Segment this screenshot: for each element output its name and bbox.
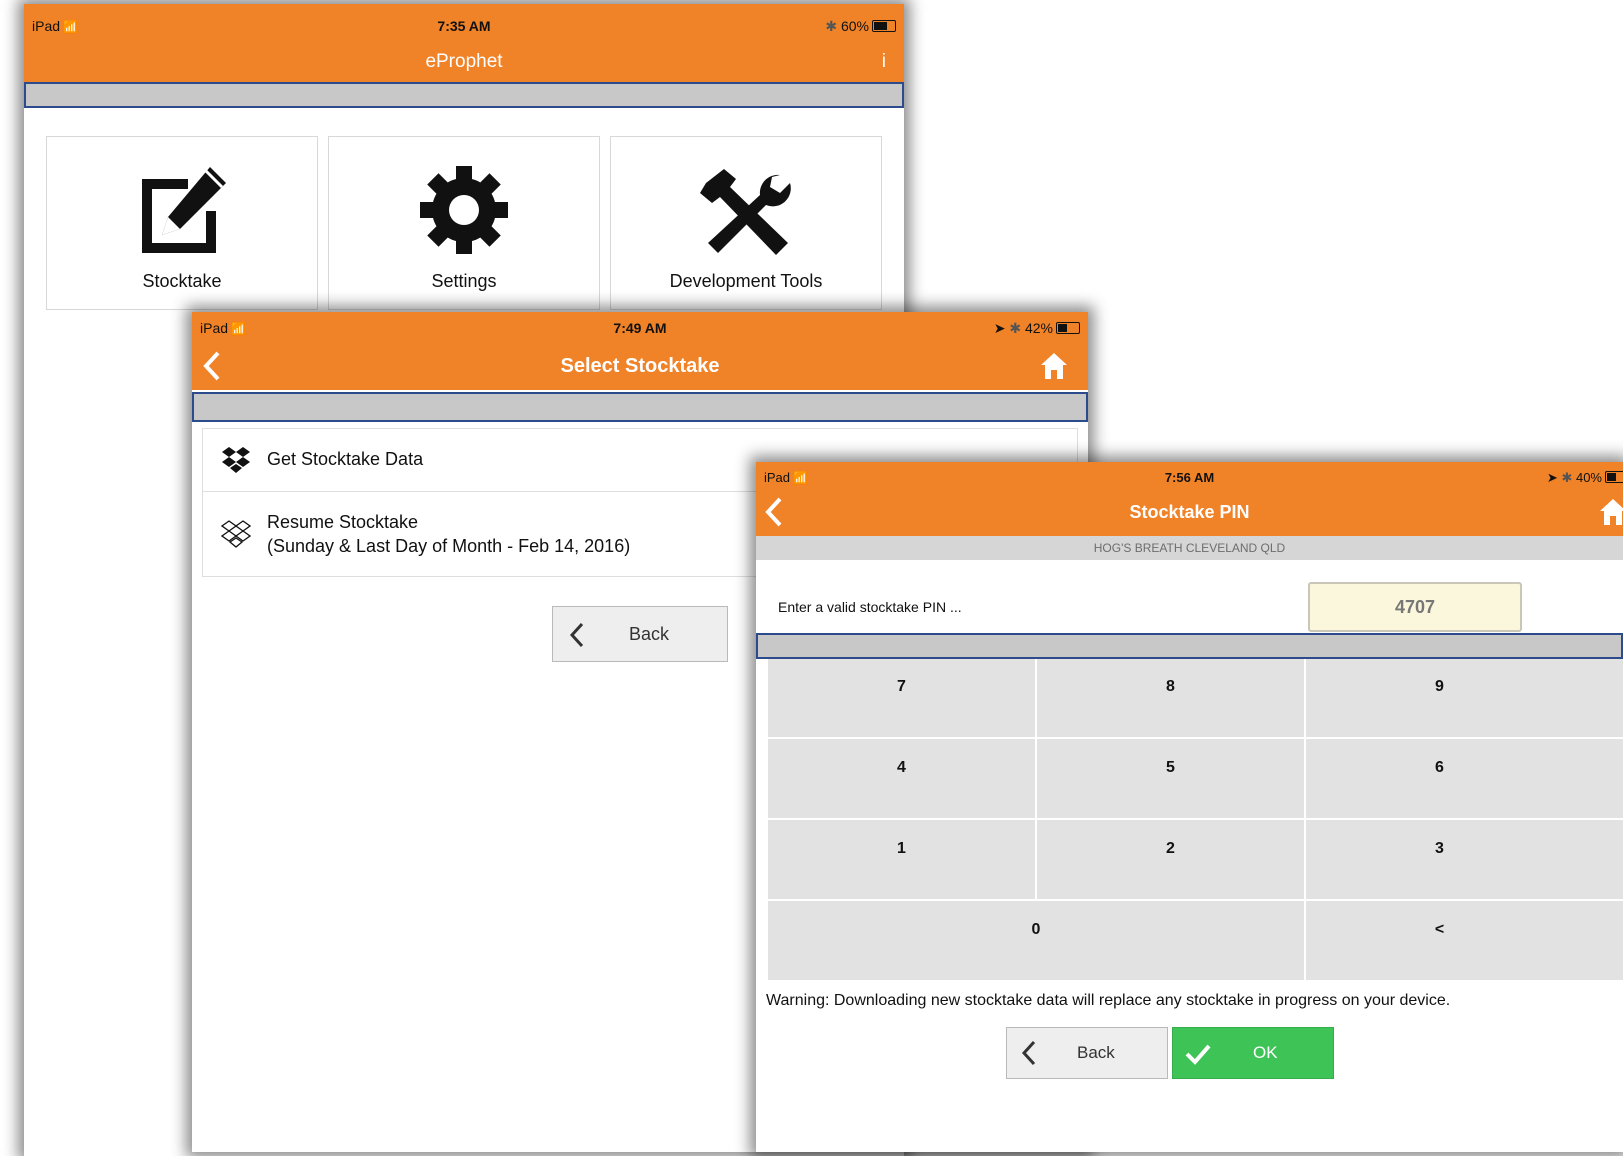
nav-bar: eProphet i: [24, 42, 904, 82]
status-bar: iPad 📶 7:56 AM ➤ ✱ 40%: [756, 462, 1623, 492]
chevron-left-icon: [569, 622, 584, 648]
key-1[interactable]: 1: [768, 820, 1035, 899]
back-button-label: Back: [629, 624, 670, 644]
back-chevron-icon[interactable]: [764, 496, 784, 528]
status-bar: iPad 📶 7:49 AM ➤ ✱ 42%: [192, 312, 1088, 342]
battery-indicator: ➤ ✱ 42%: [994, 312, 1080, 344]
key-3[interactable]: 3: [1306, 820, 1623, 899]
list-item-sublabel: (Sunday & Last Day of Month - Feb 14, 20…: [267, 536, 631, 556]
key-backspace[interactable]: <: [1306, 901, 1623, 980]
ok-button[interactable]: OK: [1172, 1027, 1334, 1079]
store-name: HOG'S BREATH CLEVELAND QLD: [756, 536, 1623, 560]
dropbox-outline-icon: [221, 520, 251, 548]
nav-bar: Select Stocktake: [192, 342, 1088, 390]
dropbox-icon: [222, 447, 250, 473]
divider-strip: [24, 82, 904, 108]
bluetooth-icon: ✱: [1009, 320, 1022, 336]
bluetooth-icon: ✱: [1561, 470, 1573, 485]
key-0[interactable]: 0: [768, 901, 1304, 980]
location-icon: ➤: [1546, 470, 1558, 485]
pin-back-button[interactable]: Back: [1006, 1027, 1168, 1079]
tile-label: Settings: [431, 271, 497, 291]
page-title: Select Stocktake: [560, 355, 720, 377]
chevron-left-icon: [1021, 1040, 1036, 1066]
checkmark-icon: [1185, 1044, 1211, 1065]
list-item-label: Get Stocktake Data: [267, 449, 424, 469]
status-bar: iPad 📶 7:35 AM ✱ 60%: [24, 4, 904, 42]
tile-label: Stocktake: [142, 271, 222, 291]
ok-button-label: OK: [1253, 1043, 1278, 1062]
pin-input[interactable]: 4707: [1308, 582, 1522, 632]
divider-strip: [192, 392, 1088, 422]
tile-development-tools[interactable]: Development Tools: [610, 136, 882, 310]
nav-bar: Stocktake PIN: [756, 492, 1623, 536]
battery-icon: [1605, 471, 1623, 483]
stocktake-pin-screen: iPad 📶 7:56 AM ➤ ✱ 40% Stocktake PIN HOG'…: [756, 462, 1623, 1152]
key-2[interactable]: 2: [1037, 820, 1304, 899]
back-button[interactable]: Back: [552, 606, 728, 662]
bluetooth-icon: ✱: [825, 18, 838, 34]
key-5[interactable]: 5: [1037, 739, 1304, 818]
gear-icon: [420, 166, 508, 254]
edit-icon: [142, 167, 226, 253]
key-8[interactable]: 8: [1037, 659, 1304, 737]
home-icon[interactable]: [1599, 498, 1623, 526]
back-chevron-icon[interactable]: [202, 350, 222, 382]
list-item-label: Resume Stocktake: [267, 512, 419, 532]
page-title: Stocktake PIN: [1129, 502, 1250, 522]
tools-icon: [700, 169, 791, 255]
battery-percent: 42%: [1024, 320, 1053, 336]
key-9[interactable]: 9: [1306, 659, 1623, 737]
battery-indicator: ➤ ✱ 40%: [1547, 462, 1623, 494]
tile-stocktake[interactable]: Stocktake: [46, 136, 318, 310]
battery-icon: [872, 20, 896, 32]
key-4[interactable]: 4: [768, 739, 1035, 818]
battery-icon: [1056, 322, 1080, 334]
battery-percent: 40%: [1575, 470, 1602, 485]
battery-percent: 60%: [840, 18, 869, 34]
status-time: 7:56 AM: [1164, 470, 1215, 485]
divider-strip: [756, 633, 1623, 659]
location-icon: ➤: [993, 320, 1006, 336]
numeric-keypad: 7 8 9 4 5 6 1 2 3 0 <: [768, 659, 1623, 980]
warning-text: Warning: Downloading new stocktake data …: [766, 992, 1451, 1009]
page-title: eProphet: [425, 51, 503, 72]
info-button[interactable]: i: [882, 42, 886, 82]
key-7[interactable]: 7: [768, 659, 1035, 737]
home-icon[interactable]: [1040, 352, 1068, 380]
tile-settings[interactable]: Settings: [328, 136, 600, 310]
status-time: 7:49 AM: [613, 320, 667, 336]
back-button-label: Back: [1077, 1043, 1115, 1062]
key-6[interactable]: 6: [1306, 739, 1623, 818]
pin-prompt: Enter a valid stocktake PIN ...: [778, 599, 962, 615]
tile-label: Development Tools: [669, 271, 823, 291]
